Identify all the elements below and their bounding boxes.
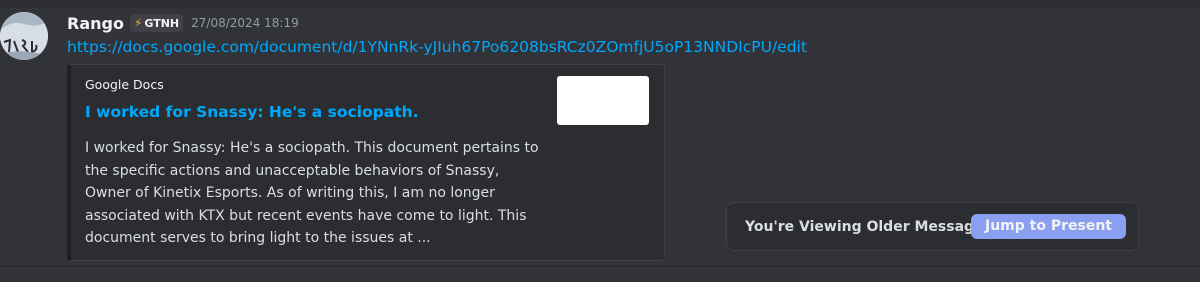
- avatar-image: [0, 12, 48, 60]
- older-messages-bar: You're Viewing Older Messages Jump to Pr…: [726, 202, 1139, 251]
- embed-provider: Google Docs: [85, 77, 164, 92]
- timestamp[interactable]: 27/08/2024 18:19: [191, 16, 299, 30]
- message-link[interactable]: https://docs.google.com/document/d/1YNnR…: [67, 38, 807, 56]
- avatar[interactable]: [0, 12, 48, 60]
- badge-label: GTNH: [144, 16, 180, 30]
- top-divider: [0, 0, 1200, 8]
- older-messages-text: You're Viewing Older Messages: [745, 218, 992, 235]
- server-tag-badge[interactable]: ⚡ GTNH: [129, 14, 184, 32]
- composer-area: [0, 267, 1200, 282]
- link-embed: Google Docs I worked for Snassy: He's a …: [67, 64, 665, 261]
- lightning-icon: ⚡: [133, 16, 143, 30]
- jump-to-present-button[interactable]: Jump to Present: [971, 214, 1126, 239]
- embed-title-link[interactable]: I worked for Snassy: He's a sociopath.: [85, 103, 419, 121]
- embed-thumbnail[interactable]: [557, 76, 649, 125]
- username[interactable]: Rango: [67, 14, 124, 33]
- message-header: Rango ⚡ GTNH 27/08/2024 18:19: [67, 12, 299, 34]
- embed-description: I worked for Snassy: He's a sociopath. T…: [85, 140, 539, 246]
